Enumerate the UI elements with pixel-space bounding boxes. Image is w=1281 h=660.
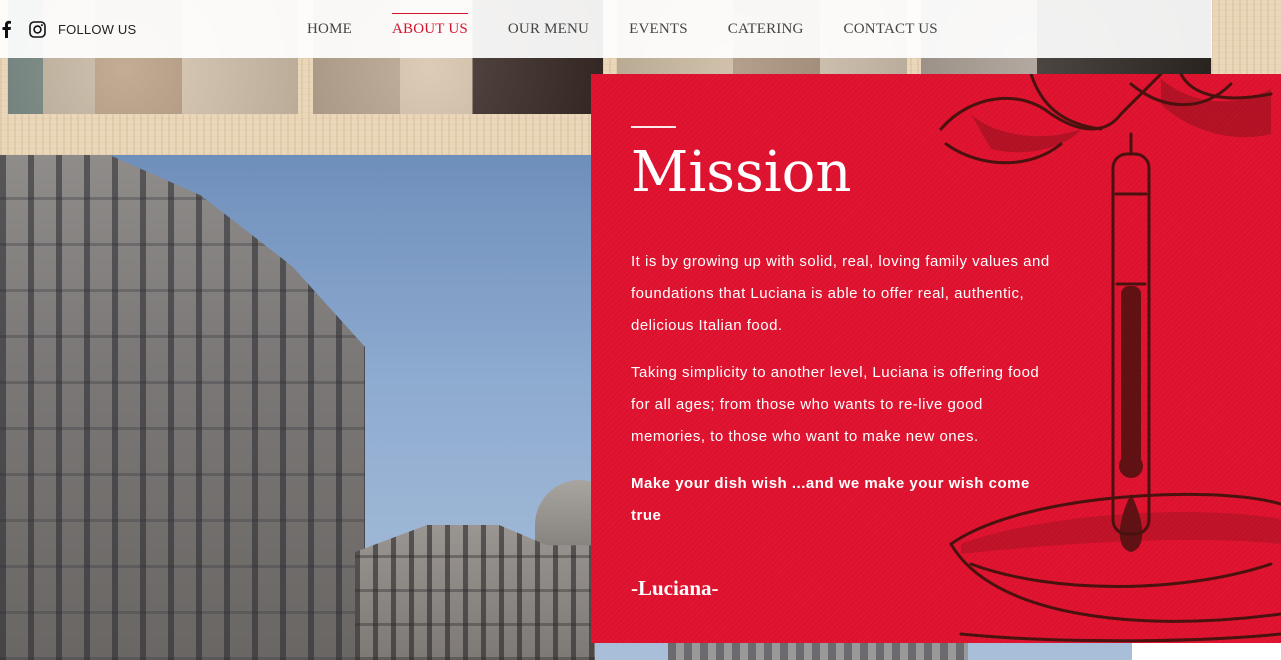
facebook-icon[interactable]	[0, 20, 12, 38]
social-links: FOLLOW US	[0, 0, 136, 58]
nav-item-catering[interactable]: CATERING	[708, 0, 824, 58]
mission-paragraph: Taking simplicity to another level, Luci…	[631, 364, 1040, 445]
title-rule	[631, 126, 676, 128]
nav-item-about-us[interactable]: ABOUT US	[372, 0, 488, 58]
nav-item-our-menu[interactable]: OUR MENU	[488, 0, 609, 58]
site-header: FOLLOW US HOME ABOUT US OUR MENU EVENTS …	[0, 0, 1212, 58]
nav-item-home[interactable]: HOME	[287, 0, 372, 58]
nav-item-events[interactable]: EVENTS	[609, 0, 708, 58]
main-nav: HOME ABOUT US OUR MENU EVENTS CATERING C…	[287, 0, 958, 58]
follow-us-label: FOLLOW US	[58, 21, 137, 37]
page-background	[1132, 643, 1281, 660]
mission-body: It is by growing up with solid, real, lo…	[631, 246, 1051, 547]
cathedral-building	[355, 525, 595, 660]
mission-paragraph: It is by growing up with solid, real, lo…	[631, 253, 1050, 334]
tower-base	[668, 642, 968, 660]
signature: -Luciana-	[631, 576, 719, 600]
nav-item-contact-us[interactable]: CONTACT US	[824, 0, 958, 58]
mission-tagline: Make your dish wish ...and we make your …	[631, 475, 1030, 524]
instagram-icon[interactable]	[29, 20, 46, 38]
mission-panel: Mission It is by growing up with solid, …	[591, 74, 1281, 643]
mission-title: Mission	[631, 140, 852, 205]
baptistery-building	[0, 155, 365, 660]
